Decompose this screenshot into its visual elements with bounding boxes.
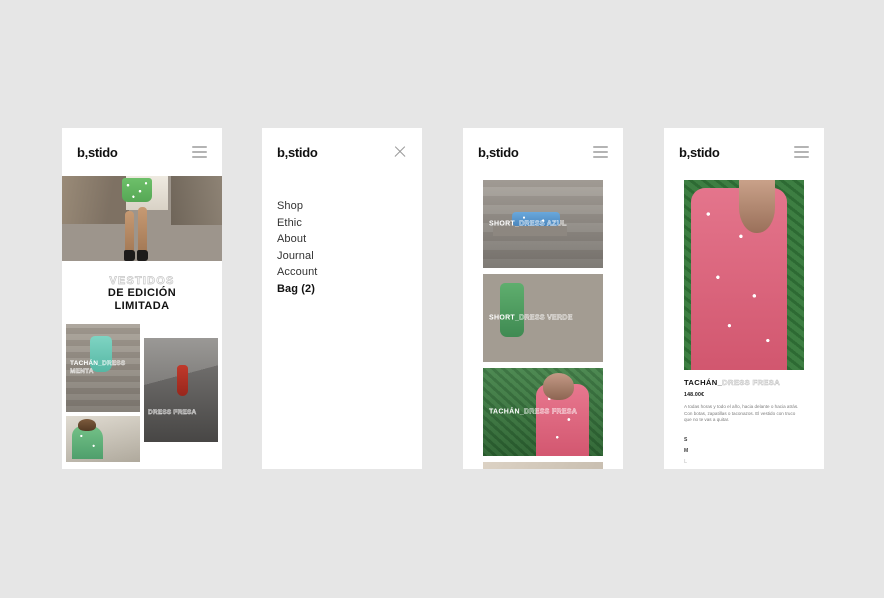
product-name: DRESS FRESA (148, 409, 196, 416)
menu-item-about[interactable]: About (277, 231, 407, 248)
product-name: DRESS FRESA (524, 409, 577, 416)
product-price: 148.00€ (684, 392, 804, 398)
size-option-s[interactable]: S (684, 437, 804, 443)
product-description: A todas horas y todo el año, hacia delan… (684, 404, 804, 424)
screen-menu: b,stido Shop Ethic About Journal Account… (262, 128, 422, 469)
menu-item-bag[interactable]: Bag (2) (277, 281, 407, 298)
list-item[interactable]: SHORT_DRESS AZUL (483, 180, 603, 268)
product-name: DRESS VERDE (519, 315, 572, 322)
hero-line-1: VESTIDOS (68, 275, 216, 287)
list-item[interactable] (483, 462, 603, 469)
hero-line-3: LIMITADA (68, 300, 216, 313)
detail-header: b,stido (664, 128, 824, 176)
hero-line-2: DE EDICIÓN (68, 287, 216, 300)
brand-logo[interactable]: b,stido (77, 145, 118, 160)
brand-logo[interactable]: b,stido (679, 145, 720, 160)
size-option-l[interactable]: L (684, 459, 804, 465)
size-selector: S M L (684, 437, 804, 465)
hamburger-menu-icon[interactable] (794, 146, 809, 158)
menu-list: Shop Ethic About Journal Account Bag (2) (262, 176, 422, 298)
product-title-light: DRESS FRESA (722, 378, 780, 387)
product-card[interactable]: TACHÁN_DRESS MENTA (66, 324, 140, 412)
home-header: b,stido (62, 128, 222, 176)
hero-image (62, 176, 222, 261)
product-card[interactable] (66, 416, 140, 462)
hero-caption: VESTIDOS DE EDICIÓN LIMITADA (62, 261, 222, 324)
product-brandword: TACHÁN_ (70, 360, 102, 367)
menu-item-account[interactable]: Account (277, 264, 407, 281)
menu-item-shop[interactable]: Shop (277, 198, 407, 215)
brand-logo[interactable]: b,stido (478, 145, 519, 160)
screen-product-list: b,stido SHORT_DRESS AZUL SHORT_DRESS VER… (463, 128, 623, 469)
product-brandword: SHORT_ (489, 221, 519, 228)
size-option-m[interactable]: M (684, 448, 804, 454)
menu-item-ethic[interactable]: Ethic (277, 215, 407, 232)
product-info: TACHÁN_DRESS FRESA 148.00€ A todas horas… (664, 370, 824, 465)
menu-item-journal[interactable]: Journal (277, 248, 407, 265)
product-image[interactable] (684, 180, 804, 370)
product-brandword: TACHÁN_ (489, 409, 524, 416)
product-title-bold: TACHÁN_ (684, 378, 722, 387)
list-item[interactable]: SHORT_DRESS VERDE (483, 274, 603, 362)
product-card[interactable]: DRESS FRESA (144, 338, 218, 442)
close-icon[interactable] (393, 145, 407, 159)
screen-product-detail: b,stido TACHÁN_DRESS FRESA 148.00€ A tod… (664, 128, 824, 469)
product-title: TACHÁN_DRESS FRESA (684, 378, 804, 387)
product-grid: TACHÁN_DRESS MENTA DRESS FRESA (62, 324, 222, 466)
brand-logo[interactable]: b,stido (277, 145, 318, 160)
list-header: b,stido (463, 128, 623, 176)
product-name: DRESS AZUL (519, 221, 566, 228)
screen-home: b,stido VESTIDOS DE EDICIÓN LIMITADA TAC… (62, 128, 222, 469)
mockup-stage: b,stido VESTIDOS DE EDICIÓN LIMITADA TAC… (0, 0, 884, 598)
list-item[interactable]: TACHÁN_DRESS FRESA (483, 368, 603, 456)
hamburger-menu-icon[interactable] (192, 146, 207, 158)
menu-header: b,stido (262, 128, 422, 176)
product-list: SHORT_DRESS AZUL SHORT_DRESS VERDE TACHÁ… (463, 176, 623, 469)
product-brandword: SHORT_ (489, 315, 519, 322)
hamburger-menu-icon[interactable] (593, 146, 608, 158)
